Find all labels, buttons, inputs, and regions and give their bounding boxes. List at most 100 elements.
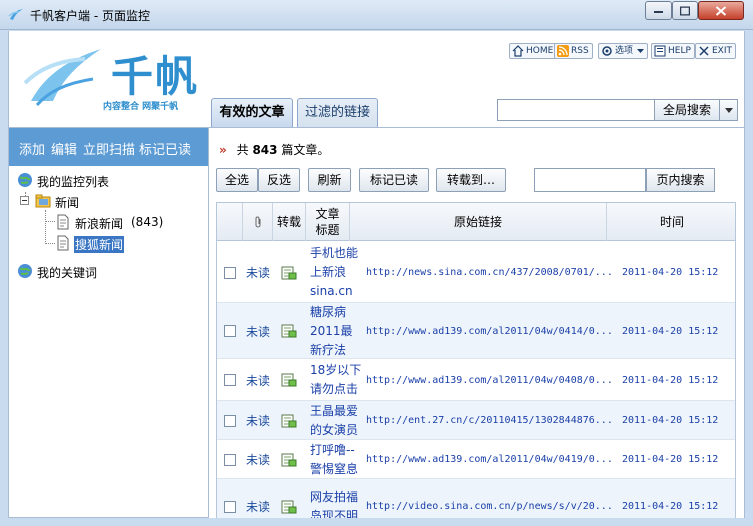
mark-read-button[interactable]: 标记已读 (359, 168, 429, 192)
invert-selection-button[interactable]: 反选 (258, 168, 300, 192)
minimize-button[interactable] (645, 1, 672, 20)
reprint-icon[interactable] (281, 414, 297, 428)
help-link[interactable]: HELP (651, 43, 695, 59)
original-url-link[interactable]: http://www.ad139.com/al2011/04w/0408/0..… (366, 375, 613, 386)
window-titlebar: 千帆客户端 - 页面监控 (0, 0, 753, 30)
tree-expander[interactable] (20, 196, 29, 205)
chevron-down-icon (725, 108, 733, 113)
original-url-link[interactable]: http://ent.27.cn/c/20110415/1302844876..… (366, 415, 613, 426)
home-link[interactable]: HOME (509, 43, 558, 59)
read-status[interactable]: 未读 (246, 451, 270, 468)
table-row[interactable]: 未读 王晶最爱的女演员 http://ent.27.cn/c/20110415/13… (217, 401, 735, 440)
folder-icon (35, 194, 51, 208)
close-icon (715, 5, 727, 16)
paperclip-icon (255, 216, 260, 228)
article-title-link[interactable]: 糖尿病2011最新疗法 (310, 303, 362, 359)
help-link-label: HELP (668, 46, 691, 56)
reprint-icon[interactable] (281, 324, 297, 338)
refresh-button[interactable]: 刷新 (308, 168, 351, 192)
article-title-link[interactable]: 手机也能上新浪sina.cn (310, 244, 362, 301)
article-title-link[interactable]: 网友拍福岛现不明 (310, 488, 362, 519)
header-title[interactable]: 文章标题 (306, 203, 350, 241)
maximize-icon (680, 6, 690, 15)
mark-read-sidebar-button[interactable]: 标记已读 (139, 139, 191, 158)
options-link-label: 选项 (615, 46, 634, 56)
chevron-down-icon (637, 49, 645, 53)
add-button[interactable]: 添加 (19, 139, 45, 158)
tree-connector (45, 221, 55, 222)
row-checkbox[interactable] (224, 374, 236, 386)
article-time: 2011-04-20 15:12 (622, 454, 719, 465)
article-time: 2011-04-20 15:12 (622, 267, 719, 278)
summary-prefix: 共 (236, 143, 249, 157)
options-icon (602, 46, 612, 56)
row-checkbox[interactable] (224, 453, 236, 466)
reprint-icon[interactable] (281, 373, 297, 387)
header-reprint[interactable]: 转载 (273, 203, 306, 241)
reprint-icon[interactable] (281, 500, 297, 514)
row-checkbox[interactable] (224, 266, 236, 279)
help-icon (654, 45, 666, 57)
row-checkbox[interactable] (224, 325, 236, 337)
global-search-dropdown[interactable] (719, 99, 738, 121)
row-checkbox[interactable] (224, 500, 236, 513)
original-url-link[interactable]: http://www.ad139.com/al2011/04w/0414/0..… (366, 326, 613, 337)
article-title-link[interactable]: 打呼噜--警惕窒息 (310, 441, 362, 479)
tab-filtered-links[interactable]: 过滤的链接 (297, 98, 378, 127)
edit-button[interactable]: 编辑 (51, 139, 77, 158)
read-status[interactable]: 未读 (246, 323, 270, 340)
sidebar-toolbar: 添加 编辑 立即扫描 标记已读 (9, 128, 208, 166)
double-chevron-icon: » (219, 143, 227, 157)
header-checkbox-col[interactable] (217, 203, 243, 241)
article-summary: » 共 843 篇文章。 (219, 141, 329, 158)
minimize-icon (653, 10, 663, 13)
page-search-input[interactable] (534, 168, 646, 192)
rss-link[interactable]: RSS (554, 43, 593, 59)
scan-now-button[interactable]: 立即扫描 (83, 139, 135, 158)
reprint-icon[interactable] (281, 266, 297, 280)
options-link[interactable]: 选项 (598, 43, 649, 59)
table-row[interactable]: 未读 糖尿病2011最新疗法 http://www.ad139.com/al2011… (217, 303, 735, 359)
read-status[interactable]: 未读 (246, 498, 270, 515)
exit-link[interactable]: EXIT (695, 43, 737, 59)
minus-icon (22, 200, 27, 201)
header-time[interactable]: 时间 (607, 203, 735, 241)
original-url-link[interactable]: http://news.sina.com.cn/437/2008/0701/..… (366, 267, 613, 278)
select-all-button[interactable]: 全选 (216, 168, 258, 192)
top-links: HOME RSS 选项 HELP EXIT (9, 43, 746, 61)
table-row[interactable]: 未读 网友拍福岛现不明 http://video.sina.com.cn/p/new… (217, 479, 735, 519)
read-status[interactable]: 未读 (246, 412, 270, 429)
original-url-link[interactable]: http://video.sina.com.cn/p/news/s/v/20..… (366, 501, 613, 512)
global-search-button[interactable]: 全局搜索 (654, 99, 720, 121)
maximize-button[interactable] (672, 1, 698, 20)
tree-connector (45, 210, 46, 244)
table-header: 转载 文章标题 原始链接 时间 (217, 203, 735, 241)
rss-icon (557, 45, 569, 57)
page-search-button[interactable]: 页内搜索 (646, 168, 715, 192)
table-row[interactable]: 未读 18岁以下请勿点击 http://www.ad139.com/al2011/0… (217, 359, 735, 401)
article-time: 2011-04-20 15:12 (622, 374, 719, 386)
document-icon (57, 235, 69, 251)
tree-label-sina-news: 新浪新闻 (75, 217, 124, 231)
app-logo-icon (8, 9, 23, 20)
article-title-link[interactable]: 18岁以下请勿点击 (310, 361, 362, 399)
table-row[interactable]: 未读 手机也能上新浪sina.cn http://news.sina.com.cn/… (217, 242, 735, 303)
read-status[interactable]: 未读 (246, 264, 270, 281)
row-checkbox[interactable] (224, 414, 236, 427)
header-attachment-col[interactable] (243, 203, 273, 241)
globe-icon (18, 264, 32, 278)
reprint-to-button[interactable]: 转载到… (436, 168, 506, 192)
home-link-label: HOME (526, 46, 554, 56)
global-search-input[interactable] (497, 99, 655, 121)
article-title-link[interactable]: 王晶最爱的女演员 (310, 402, 362, 440)
table-row[interactable]: 未读 打呼噜--警惕窒息 http://www.ad139.com/al2011/0… (217, 440, 735, 479)
read-status[interactable]: 未读 (246, 372, 270, 389)
original-url-link[interactable]: http://www.ad139.com/al2011/04w/0419/0..… (366, 454, 613, 465)
header-url[interactable]: 原始链接 (350, 203, 607, 241)
globe-icon (18, 173, 32, 187)
reprint-icon[interactable] (281, 453, 297, 467)
tab-valid-articles[interactable]: 有效的文章 (211, 98, 293, 127)
tree-label-monitor-list: 我的监控列表 (37, 175, 110, 189)
close-button[interactable] (698, 1, 744, 20)
home-icon (512, 45, 524, 57)
